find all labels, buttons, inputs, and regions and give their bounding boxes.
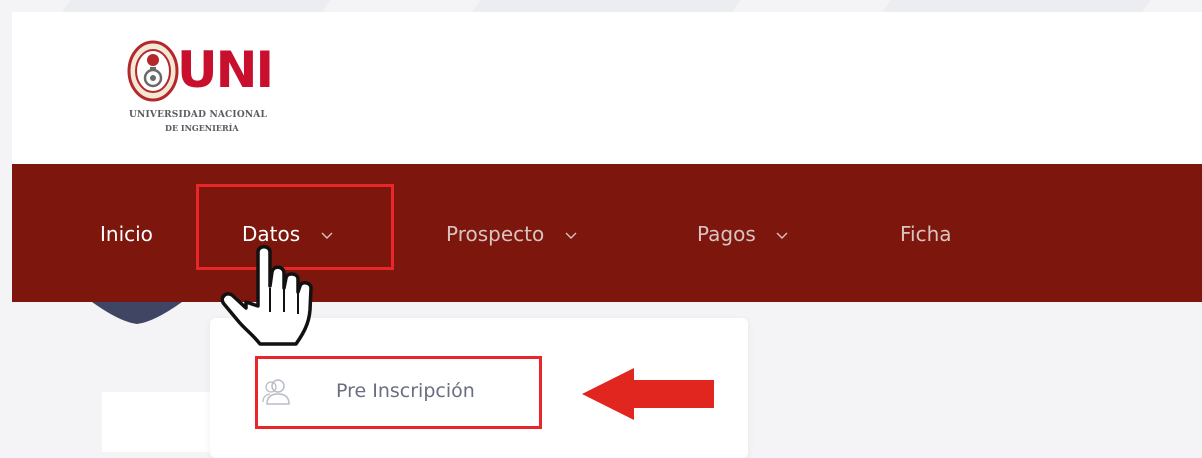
- nav-item-label: Ficha: [900, 222, 952, 246]
- university-seal-icon: [127, 40, 179, 102]
- red-arrow-annotation: [582, 368, 714, 420]
- content-card: [102, 392, 210, 452]
- highlight-box-pre-inscripcion: [255, 356, 542, 429]
- nav-item-ficha[interactable]: Ficha: [900, 211, 952, 257]
- nav-item-inicio[interactable]: Inicio: [100, 211, 153, 257]
- logo-text: UNI: [177, 41, 274, 99]
- logo-subtitle-line2: DE INGENIERÍA: [165, 123, 239, 133]
- nav-pointer-shape: [92, 302, 182, 324]
- header: UNI UNIVERSIDAD NACIONAL DE INGENIERÍA: [12, 12, 1202, 164]
- logo-subtitle-line1: UNIVERSIDAD NACIONAL: [129, 110, 268, 120]
- nav-item-label: Prospecto: [446, 222, 545, 246]
- nav-item-label: Inicio: [100, 222, 153, 246]
- chevron-down-icon: [565, 232, 577, 239]
- nav-item-prospecto[interactable]: Prospecto: [446, 211, 577, 257]
- hand-cursor-icon: [220, 245, 313, 346]
- main-navbar: Inicio Datos Prospecto Pagos Ficha: [12, 164, 1202, 302]
- nav-item-pagos[interactable]: Pagos: [697, 211, 788, 257]
- chevron-down-icon: [776, 232, 788, 239]
- nav-item-label: Pagos: [697, 222, 756, 246]
- uni-logo[interactable]: UNI UNIVERSIDAD NACIONAL DE INGENIERÍA: [117, 34, 297, 144]
